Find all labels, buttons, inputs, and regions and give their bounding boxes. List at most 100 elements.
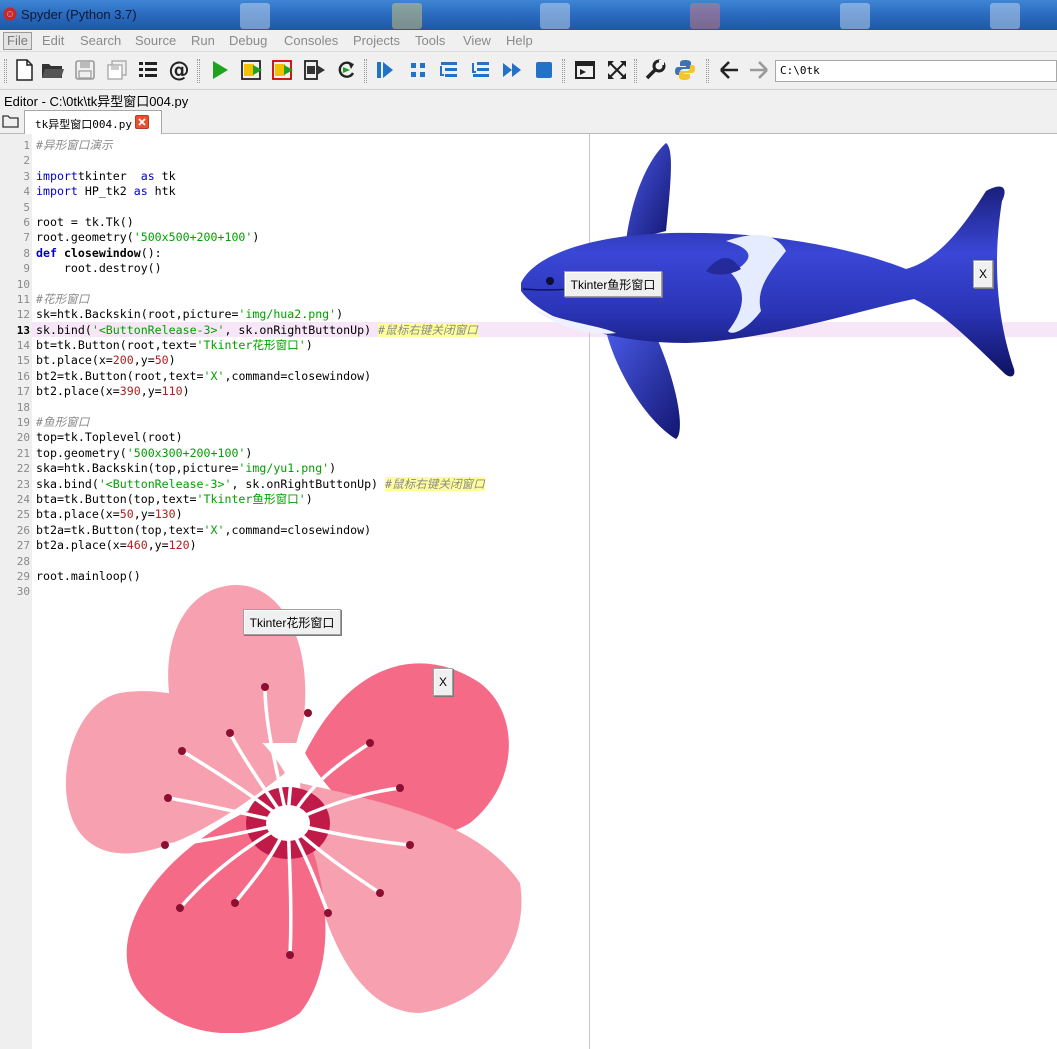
code-text: bt2a.place(x=460,y=120) bbox=[36, 538, 197, 553]
line-number: 11 bbox=[16, 292, 30, 306]
menu-help[interactable]: Help bbox=[503, 33, 536, 48]
flower-window-skin[interactable] bbox=[60, 583, 522, 1033]
menu-search[interactable]: Search bbox=[77, 33, 124, 48]
re-run-icon[interactable] bbox=[333, 57, 359, 83]
run-cell-icon[interactable] bbox=[239, 57, 265, 83]
line-number: 13 bbox=[16, 323, 30, 337]
editor-tab[interactable]: tk异型窗口004.py bbox=[24, 110, 162, 134]
line-number: 8 bbox=[23, 246, 30, 260]
at-sign-icon[interactable]: @ bbox=[166, 57, 192, 83]
line-number: 5 bbox=[23, 200, 30, 214]
code-text: bt2a=tk.Button(top,text='X',command=clos… bbox=[36, 522, 372, 537]
code-text: top.geometry('500x300+200+100') bbox=[36, 445, 253, 460]
spyder-logo-icon bbox=[3, 7, 17, 21]
fullscreen-icon[interactable] bbox=[604, 57, 630, 83]
step-return-icon[interactable] bbox=[468, 57, 494, 83]
taskbar-thumbnail bbox=[240, 3, 270, 29]
run-selection-icon[interactable] bbox=[301, 57, 327, 83]
code-text: def closewindow(): bbox=[36, 245, 162, 260]
code-text: bt.place(x=200,y=50) bbox=[36, 353, 176, 368]
line-number: 1 bbox=[23, 139, 30, 152]
code-text: bta.place(x=50,y=130) bbox=[36, 507, 183, 522]
step-icon[interactable] bbox=[405, 57, 431, 83]
line-number: 21 bbox=[16, 446, 30, 460]
code-text: bta=tk.Button(top,text='Tkinter鱼形窗口') bbox=[36, 491, 313, 506]
code-text: ska.bind('<ButtonRelease-3>', sk.onRight… bbox=[36, 476, 485, 491]
menu-projects[interactable]: Projects bbox=[350, 33, 403, 48]
line-number: 10 bbox=[16, 277, 30, 291]
continue-icon[interactable] bbox=[499, 57, 525, 83]
menu-debug[interactable]: Debug bbox=[226, 33, 270, 48]
line-number: 7 bbox=[23, 231, 30, 245]
editor-tab-bar: tk异型窗口004.py bbox=[0, 108, 1057, 134]
run-cell-advance-icon[interactable] bbox=[270, 57, 296, 83]
line-number: 12 bbox=[16, 308, 30, 322]
outline-list-icon[interactable] bbox=[135, 57, 161, 83]
line-number: 30 bbox=[16, 585, 30, 599]
new-file-icon[interactable] bbox=[11, 57, 37, 83]
code-text: #异形窗口演示 bbox=[36, 138, 113, 152]
maximize-pane-icon[interactable] bbox=[572, 57, 598, 83]
line-number: 6 bbox=[23, 215, 30, 229]
fish-window-close-button[interactable]: X bbox=[973, 260, 993, 288]
back-arrow-icon[interactable] bbox=[716, 57, 742, 83]
debug-icon[interactable] bbox=[372, 57, 398, 83]
stop-icon[interactable] bbox=[531, 57, 557, 83]
fish-window-label-button[interactable]: Tkinter鱼形窗口 bbox=[564, 271, 662, 297]
save-all-icon[interactable] bbox=[104, 57, 130, 83]
taskbar-thumbnail bbox=[392, 3, 422, 29]
code-text: root = tk.Tk() bbox=[36, 214, 134, 229]
close-tab-icon[interactable] bbox=[135, 115, 149, 129]
run-icon[interactable] bbox=[207, 57, 233, 83]
menu-view[interactable]: View bbox=[460, 33, 494, 48]
menu-consoles[interactable]: Consoles bbox=[281, 33, 341, 48]
code-text: ska=htk.Backskin(top,picture='img/yu1.pn… bbox=[36, 461, 337, 476]
code-text: importtkinter as tk bbox=[36, 168, 176, 183]
wrench-icon[interactable] bbox=[642, 57, 668, 83]
open-folder-icon[interactable] bbox=[40, 57, 66, 83]
code-text: sk=htk.Backskin(root,picture='img/hua2.p… bbox=[36, 307, 344, 322]
line-number: 24 bbox=[16, 492, 30, 506]
line-number: 9 bbox=[23, 262, 30, 276]
line-number: 17 bbox=[16, 385, 30, 399]
menu-edit[interactable]: Edit bbox=[39, 33, 67, 48]
line-number: 29 bbox=[16, 569, 30, 583]
toolbar-grip[interactable] bbox=[634, 59, 637, 83]
menu-run[interactable]: Run bbox=[188, 33, 218, 48]
code-text: root.destroy() bbox=[36, 261, 162, 276]
toolbar-grip[interactable] bbox=[706, 59, 709, 83]
step-into-icon[interactable] bbox=[436, 57, 462, 83]
menu-file[interactable]: File bbox=[3, 32, 32, 50]
toolbar-grip[interactable] bbox=[4, 59, 7, 83]
save-icon[interactable] bbox=[72, 57, 98, 83]
menu-tools[interactable]: Tools bbox=[412, 33, 448, 48]
menu-bar: File Edit Search Source Run Debug Consol… bbox=[0, 30, 1057, 52]
toolbar-grip[interactable] bbox=[364, 59, 367, 83]
line-number: 26 bbox=[16, 523, 30, 537]
code-text: import HP_tk2 as htk bbox=[36, 184, 176, 199]
toolbar-grip[interactable] bbox=[562, 59, 565, 83]
line-number: 20 bbox=[16, 431, 30, 445]
line-number: 28 bbox=[16, 554, 30, 568]
menu-source[interactable]: Source bbox=[132, 33, 179, 48]
editor-pane-title: Editor - C:\0tk\tk异型窗口004.py bbox=[0, 90, 1057, 109]
working-directory-field[interactable]: C:\0tk bbox=[775, 60, 1057, 82]
line-number: 4 bbox=[23, 185, 30, 199]
browse-tabs-icon[interactable] bbox=[2, 113, 20, 129]
flower-window-label-button[interactable]: Tkinter花形窗口 bbox=[243, 609, 341, 635]
code-text: root.geometry('500x500+200+100') bbox=[36, 230, 260, 245]
code-text: sk.bind('<ButtonRelease-3>', sk.onRightB… bbox=[36, 322, 478, 337]
code-text: #花形窗口 bbox=[36, 291, 90, 306]
toolbar-grip[interactable] bbox=[197, 59, 200, 83]
python-logo-icon[interactable] bbox=[672, 57, 698, 83]
code-text: top=tk.Toplevel(root) bbox=[36, 430, 183, 445]
taskbar-thumbnail bbox=[990, 3, 1020, 29]
line-number: 15 bbox=[16, 354, 30, 368]
code-text: bt2=tk.Button(root,text='X',command=clos… bbox=[36, 368, 372, 383]
flower-window-close-button[interactable]: X bbox=[433, 668, 453, 696]
forward-arrow-icon[interactable] bbox=[746, 57, 772, 83]
taskbar-thumbnail bbox=[840, 3, 870, 29]
taskbar-thumbnail bbox=[540, 3, 570, 29]
line-number: 25 bbox=[16, 508, 30, 522]
line-number: 22 bbox=[16, 462, 30, 476]
